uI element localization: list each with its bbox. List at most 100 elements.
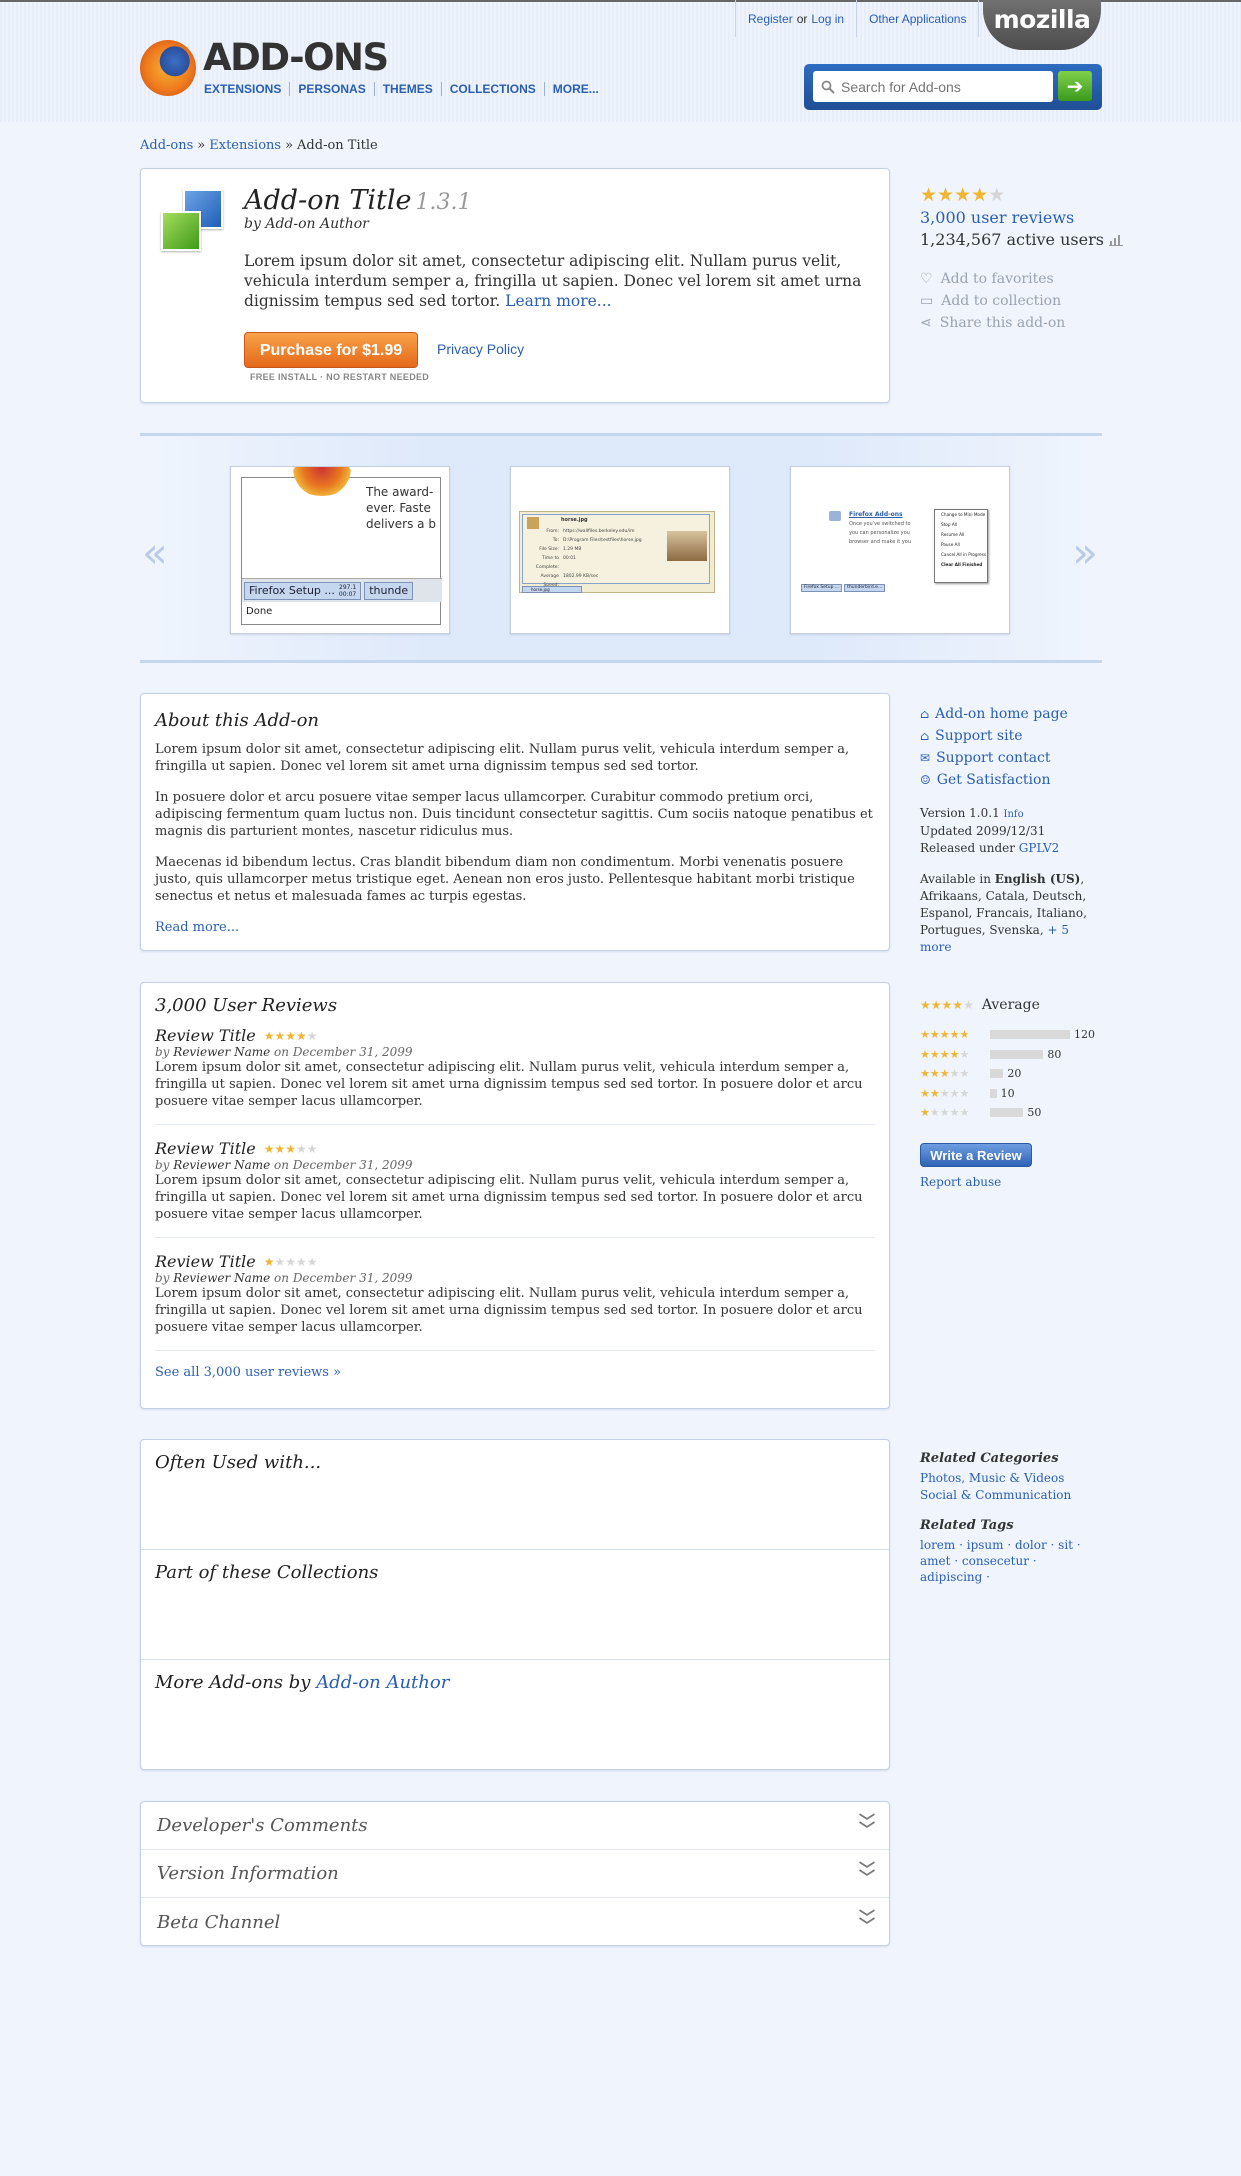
accordion: Developer's Comments ﹀ ﹀ Version Informati…: [140, 1801, 890, 1946]
get-satisfaction-link[interactable]: ☺ Get Satisfaction: [920, 769, 1095, 791]
firefox-logo-icon[interactable]: [140, 40, 196, 96]
star-icon: ★: [274, 1141, 286, 1156]
related-tag-link[interactable]: dolor: [1015, 1538, 1047, 1552]
related-tag-link[interactable]: ipsum: [967, 1538, 1004, 1552]
related-tag-link[interactable]: lorem: [920, 1538, 955, 1552]
support-contact-link[interactable]: ✉ Support contact: [920, 747, 1095, 769]
addon-homepage-link[interactable]: ⌂ Add-on home page: [920, 703, 1095, 725]
addon-title: Add-on Title 1.3.1: [244, 185, 472, 216]
support-contact-label: Support contact: [936, 750, 1051, 766]
related-tag-link[interactable]: adipiscing: [920, 1570, 982, 1584]
privacy-policy-link[interactable]: Privacy Policy: [437, 341, 524, 357]
star-icon: ★: [920, 1086, 930, 1100]
more-by-author-link[interactable]: Add-on Author: [316, 1672, 449, 1693]
screenshot-thumb-1[interactable]: The award- ever. Faste delivers a b Fire…: [230, 466, 450, 634]
related-tag-link[interactable]: consecetur: [962, 1554, 1029, 1568]
by-label: by: [244, 216, 261, 232]
review-by: by: [155, 1158, 170, 1172]
star-icon: ★: [949, 1086, 960, 1100]
often-used-heading: Often Used with...: [155, 1452, 322, 1473]
rating-bar-row[interactable]: ★ ★ ★ ★ ★ 50: [920, 1103, 1095, 1123]
nav-more[interactable]: MORE...: [545, 82, 607, 96]
support-site-link[interactable]: ⌂ Support site: [920, 725, 1095, 747]
thumb3-line: Once you've switched to: [849, 521, 911, 527]
star-icon: ★: [929, 1106, 940, 1120]
addon-homepage-label: Add-on home page: [935, 706, 1068, 722]
site-title[interactable]: ADD-ONS: [203, 36, 389, 79]
tag-separator: ·: [1003, 1538, 1015, 1552]
breadcrumb-home[interactable]: Add-ons: [140, 138, 193, 153]
share-addon[interactable]: ⋖ Share this add-on: [920, 312, 1065, 334]
screenshot-thumb-2[interactable]: horse.jpg From: https://wallfiles.berkele…: [510, 466, 730, 634]
nav-collections[interactable]: COLLECTIONS: [442, 82, 545, 96]
related-tag-link[interactable]: amet: [920, 1554, 950, 1568]
other-applications-link[interactable]: Other Applications: [869, 12, 966, 26]
search-input[interactable]: [841, 78, 1041, 95]
star-icon: ★: [296, 1141, 307, 1156]
addon-page-icon: [829, 511, 841, 521]
heart-icon: ♡: [920, 271, 933, 287]
add-to-favorites[interactable]: ♡ Add to favorites: [920, 268, 1065, 290]
developer-comments-toggle[interactable]: Developer's Comments ﹀ ﹀: [141, 1802, 889, 1850]
review-list: Review Title ★ ★ ★ ★ ★ by Reviewer Name on Dec…: [155, 1026, 875, 1351]
star-icon: ★: [937, 184, 955, 206]
carousel-prev-icon[interactable]: «: [142, 528, 168, 577]
tag-separator: ·: [982, 1570, 990, 1584]
home-icon: ⌂: [920, 707, 930, 721]
rating-bar-row[interactable]: ★ ★ ★ ★ ★ 20: [920, 1064, 1095, 1084]
search-go-button[interactable]: ➔: [1058, 71, 1092, 101]
learn-more-link[interactable]: Learn more...: [505, 292, 611, 310]
addon-icon-green-square: [161, 211, 201, 251]
stats-chart-icon[interactable]: [1108, 234, 1123, 246]
report-abuse-link[interactable]: Report abuse: [920, 1175, 1095, 1189]
download-detail-row: From: https://wallfiles.berkeley.edu/im: [525, 527, 665, 536]
nav-themes[interactable]: THEMES: [375, 82, 442, 96]
read-more-link[interactable]: Read more...: [155, 920, 239, 935]
register-link[interactable]: Register: [748, 12, 793, 26]
more-addons-card: Often Used with... Part of these Collect…: [140, 1439, 890, 1770]
breadcrumb-extensions[interactable]: Extensions: [209, 138, 281, 153]
primary-language: English (US): [994, 872, 1081, 886]
carousel-next-icon[interactable]: »: [1072, 528, 1098, 577]
thumb3-task: thunderbird.e...: [844, 584, 886, 592]
add-to-collection[interactable]: ▭ Add to collection: [920, 290, 1065, 312]
nav-personas[interactable]: PERSONAS: [290, 82, 375, 96]
version-information-toggle[interactable]: Version Information ﹀ ﹀: [141, 1850, 889, 1898]
thumb2-details: horse.jpg From: https://wallfiles.berkele…: [522, 514, 710, 588]
license-line: Released under GPLV2: [920, 840, 1095, 857]
version-meta: Version 1.0.1 Info Updated 2099/12/31 Re…: [920, 805, 1095, 857]
login-link[interactable]: Log in: [811, 12, 844, 26]
rating-count: 80: [1047, 1047, 1062, 1061]
thumb1-task-thunderbird: thunde: [364, 581, 414, 600]
star-icon: ★: [920, 184, 938, 206]
version-info-link[interactable]: Info: [1004, 809, 1024, 820]
rating-bar-row[interactable]: ★ ★ ★ ★ ★ 80: [920, 1045, 1095, 1065]
related-category-link[interactable]: Social & Communication: [920, 1487, 1100, 1504]
average-rating: ★ ★ ★ ★ ★ Average: [920, 997, 1095, 1013]
detail-value: https://wallfiles.berkeley.edu/im: [563, 529, 635, 534]
rating-bar-row[interactable]: ★ ★ ★ ★ ★ 10: [920, 1084, 1095, 1104]
star-icon: ★: [306, 1028, 318, 1043]
addon-summary-card: Add-on Title 1.3.1 by Add-on Author Lorem…: [140, 168, 890, 403]
screenshot-thumb-3[interactable]: Firefox Add-ons Once you've switched to y…: [790, 466, 1010, 634]
related-tag-link[interactable]: sit: [1058, 1538, 1073, 1552]
rating-bar-row[interactable]: ★ ★ ★ ★ ★ 120: [920, 1025, 1095, 1045]
purchase-button[interactable]: Purchase for $1.99: [244, 332, 418, 368]
license-link[interactable]: GPLV2: [1019, 841, 1060, 855]
beta-channel-toggle[interactable]: Beta Channel ﹀ ﹀: [141, 1898, 889, 1945]
main-nav: EXTENSIONS PERSONAS THEMES COLLECTIONS M…: [204, 82, 607, 96]
write-review-button[interactable]: Write a Review: [920, 1142, 1032, 1167]
author-link[interactable]: Add-on Author: [265, 216, 369, 232]
nav-extensions[interactable]: EXTENSIONS: [204, 82, 291, 96]
user-reviews-link[interactable]: 3,000 user reviews: [920, 208, 1074, 227]
mozilla-tab[interactable]: mozilla: [983, 0, 1101, 50]
rating-row-stars: ★ ★ ★ ★ ★: [920, 1068, 990, 1079]
related-category-link[interactable]: Photos, Music & Videos: [920, 1470, 1100, 1487]
version-information-label: Version Information: [157, 1863, 339, 1884]
search-field: [813, 71, 1053, 102]
developer-comments-label: Developer's Comments: [157, 1815, 368, 1836]
support-site-label: Support site: [935, 728, 1023, 744]
thumb3-context-menu: Change to Mini Mode Stop All Resume All …: [934, 509, 988, 583]
more-by-prefix: More Add-ons by: [155, 1672, 311, 1693]
see-all-reviews-link[interactable]: See all 3,000 user reviews »: [155, 1365, 875, 1380]
